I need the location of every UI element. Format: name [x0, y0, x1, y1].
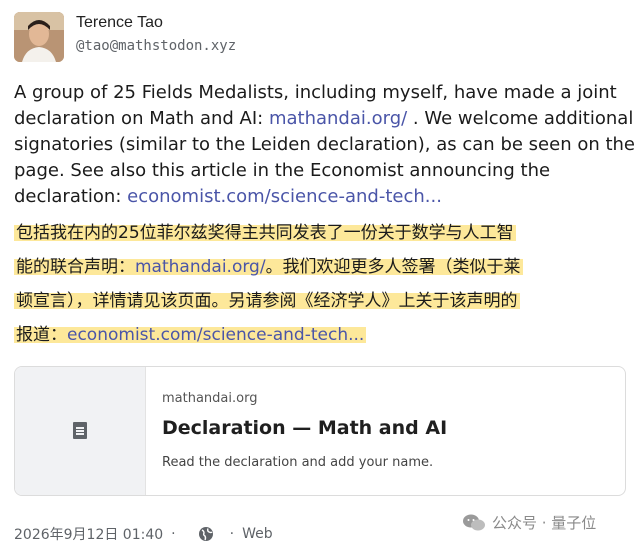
document-icon: [73, 422, 87, 439]
mathandai-link[interactable]: mathandai.org/: [269, 108, 407, 129]
avatar[interactable]: [14, 12, 64, 62]
globe-icon: [198, 527, 213, 541]
post-line: 报道：economist.com/science-and-tech...: [14, 318, 626, 352]
post-text-segment: 报道：: [16, 325, 67, 345]
post-line: 顿宣言），详情请见该页面。另请参阅《经济学人》上关于该声明的: [14, 284, 626, 318]
separator: ·: [171, 526, 176, 542]
post-text-segment: declaration:: [14, 186, 128, 207]
post-text-segment: . We welcome additional: [407, 108, 634, 129]
post-line: 包括我在内的25位菲尔兹奖得主共同发表了一份关于数学与人工智: [14, 216, 626, 250]
post-text-segment: declaration on Math and AI:: [14, 108, 269, 129]
post-timestamp[interactable]: 2026年9月12日 01:40: [14, 524, 163, 544]
wechat-icon: [463, 514, 485, 530]
card-thumbnail: [15, 367, 146, 495]
post-line: 能的联合声明：mathandai.org/。我们欢迎更多人签署（类似于莱: [14, 250, 626, 284]
post-line: A group of 25 Fields Medalists, includin…: [14, 82, 617, 103]
mathandai-link-zh[interactable]: mathandai.org/: [135, 257, 266, 277]
post-text-segment: 。我们欢迎更多人签署（类似于莱: [265, 257, 521, 277]
highlighted-text: 报道：economist.com/science-and-tech...: [14, 325, 367, 345]
watermark-text: 公众号 · 量子位: [492, 514, 597, 532]
post-footer: 2026年9月12日 01:40 · · Web: [14, 524, 273, 544]
post-text-chinese: 包括我在内的25位菲尔兹奖得主共同发表了一份关于数学与人工智 能的联合声明：ma…: [14, 216, 626, 352]
watermark: 公众号 · 量子位: [462, 512, 596, 533]
highlighted-text: 能的联合声明：mathandai.org/。我们欢迎更多人签署（类似于莱: [14, 257, 523, 277]
post-text-segment: 能的联合声明：: [16, 257, 135, 277]
economist-link-zh[interactable]: economist.com/science-and-tech...: [67, 325, 364, 345]
highlighted-text: 包括我在内的25位菲尔兹奖得主共同发表了一份关于数学与人工智: [14, 223, 516, 243]
avatar-image: [14, 12, 64, 62]
post-line: declaration on Math and AI: mathandai.or…: [14, 106, 633, 132]
client-name: Web: [242, 526, 273, 542]
post-line: signatories (similar to the Leiden decla…: [14, 134, 635, 155]
card-title: Declaration — Math and AI: [162, 417, 448, 439]
link-preview-card[interactable]: mathandai.org Declaration — Math and AI …: [14, 366, 626, 496]
card-domain: mathandai.org: [162, 391, 258, 406]
economist-link[interactable]: economist.com/science-and-tech...: [127, 186, 442, 207]
author-handle[interactable]: @tao@mathstodon.xyz: [76, 38, 236, 54]
separator: ·: [229, 526, 235, 542]
highlighted-text: 顿宣言），详情请见该页面。另请参阅《经济学人》上关于该声明的: [14, 291, 520, 311]
post-line: page. See also this article in the Econo…: [14, 160, 551, 181]
card-description: Read the declaration and add your name.: [162, 455, 434, 470]
post-text-english: A group of 25 Fields Medalists, includin…: [14, 80, 635, 210]
author-display-name[interactable]: Terence Tao: [76, 14, 163, 32]
post-line: declaration: economist.com/science-and-t…: [14, 184, 626, 210]
